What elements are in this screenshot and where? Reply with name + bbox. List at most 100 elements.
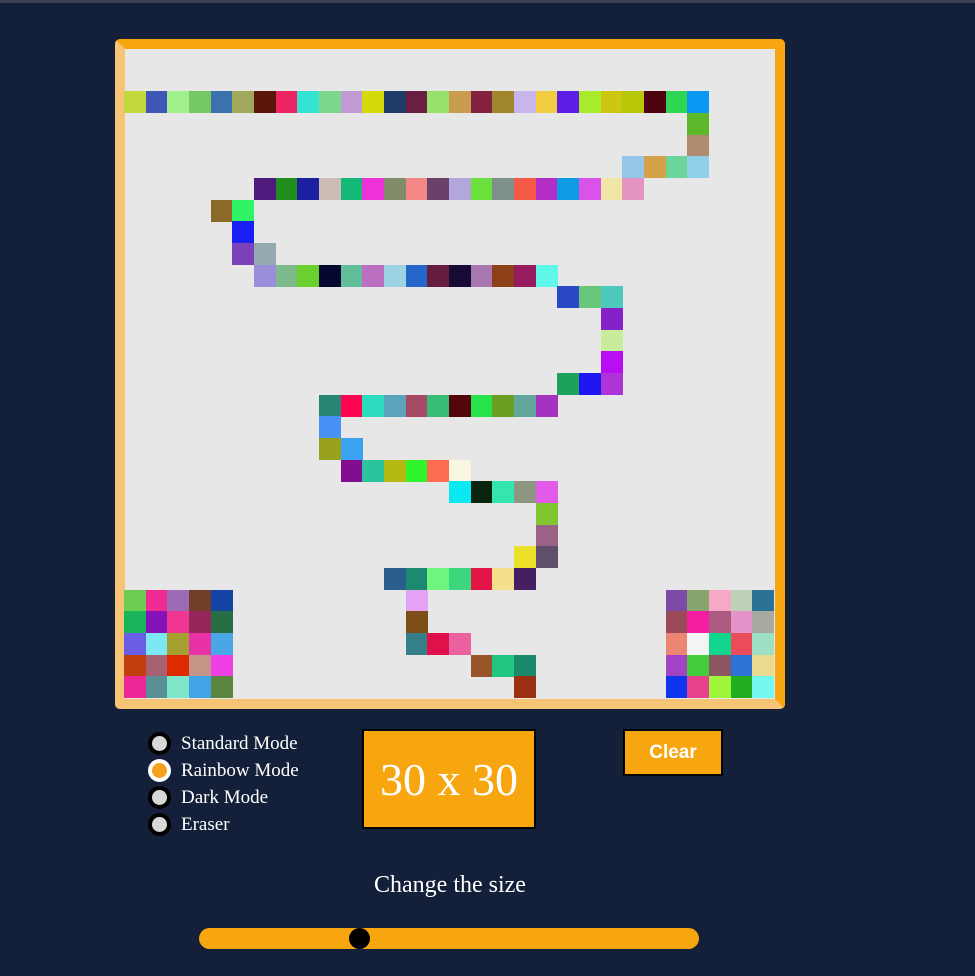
eraser-radio[interactable] bbox=[148, 813, 171, 836]
grid-cell[interactable] bbox=[470, 654, 493, 677]
grid-cell[interactable] bbox=[319, 394, 342, 417]
grid-cell[interactable] bbox=[319, 438, 342, 461]
grid-cell[interactable] bbox=[470, 394, 493, 417]
grid-cell[interactable] bbox=[124, 589, 147, 612]
standard-mode-label[interactable]: Standard Mode bbox=[181, 733, 298, 755]
grid-cell[interactable] bbox=[210, 199, 233, 222]
grid-cell[interactable] bbox=[405, 394, 428, 417]
grid-cell[interactable] bbox=[362, 264, 385, 287]
grid-cell[interactable] bbox=[145, 633, 168, 656]
grid-cell[interactable] bbox=[600, 308, 623, 331]
grid-cell[interactable] bbox=[730, 611, 753, 634]
grid-cell[interactable] bbox=[427, 178, 450, 201]
grid-cell[interactable] bbox=[449, 481, 472, 504]
grid-cell[interactable] bbox=[124, 633, 147, 656]
grid-cell[interactable] bbox=[384, 91, 407, 114]
grid-cell[interactable] bbox=[167, 589, 190, 612]
grid-cell[interactable] bbox=[730, 654, 753, 677]
grid-cell[interactable] bbox=[405, 264, 428, 287]
grid-cell[interactable] bbox=[687, 156, 710, 179]
grid-cell[interactable] bbox=[275, 178, 298, 201]
grid-cell[interactable] bbox=[492, 91, 515, 114]
grid-cell[interactable] bbox=[665, 654, 688, 677]
clear-button[interactable]: Clear bbox=[623, 729, 723, 776]
grid-cell[interactable] bbox=[514, 546, 537, 569]
grid-cell[interactable] bbox=[319, 91, 342, 114]
grid-cell[interactable] bbox=[124, 676, 147, 699]
grid-cell[interactable] bbox=[189, 91, 212, 114]
grid-cell[interactable] bbox=[275, 91, 298, 114]
grid-cell[interactable] bbox=[665, 611, 688, 634]
grid-cell[interactable] bbox=[579, 178, 602, 201]
mode-option-eraser[interactable]: Eraser bbox=[148, 811, 299, 838]
grid-cell[interactable] bbox=[427, 633, 450, 656]
mode-option-dark[interactable]: Dark Mode bbox=[148, 784, 299, 811]
grid-cell[interactable] bbox=[427, 568, 450, 591]
grid-cell[interactable] bbox=[709, 654, 732, 677]
grid-cell[interactable] bbox=[232, 243, 255, 266]
grid-cell[interactable] bbox=[254, 264, 277, 287]
grid-cell[interactable] bbox=[492, 654, 515, 677]
grid-cell[interactable] bbox=[492, 178, 515, 201]
grid-cell[interactable] bbox=[449, 459, 472, 482]
grid-cell[interactable] bbox=[730, 589, 753, 612]
grid-cell[interactable] bbox=[535, 178, 558, 201]
grid-cell[interactable] bbox=[384, 178, 407, 201]
grid-cell[interactable] bbox=[687, 633, 710, 656]
grid-cell[interactable] bbox=[384, 459, 407, 482]
grid-cell[interactable] bbox=[297, 264, 320, 287]
grid-cell[interactable] bbox=[687, 611, 710, 634]
grid-cell[interactable] bbox=[470, 91, 493, 114]
grid-cell[interactable] bbox=[535, 91, 558, 114]
grid-cell[interactable] bbox=[535, 524, 558, 547]
grid-cell[interactable] bbox=[557, 286, 580, 309]
grid-cell[interactable] bbox=[449, 178, 472, 201]
grid-cell[interactable] bbox=[210, 654, 233, 677]
grid-cell[interactable] bbox=[687, 91, 710, 114]
grid-cell[interactable] bbox=[340, 394, 363, 417]
grid-cell[interactable] bbox=[665, 589, 688, 612]
grid-cell[interactable] bbox=[514, 654, 537, 677]
grid-cell[interactable] bbox=[427, 459, 450, 482]
grid-cell[interactable] bbox=[514, 481, 537, 504]
grid-cell[interactable] bbox=[297, 91, 320, 114]
grid-cell[interactable] bbox=[167, 633, 190, 656]
grid-cell[interactable] bbox=[470, 568, 493, 591]
grid-cell[interactable] bbox=[254, 243, 277, 266]
grid-cell[interactable] bbox=[405, 589, 428, 612]
grid-cell[interactable] bbox=[600, 351, 623, 374]
grid-cell[interactable] bbox=[189, 611, 212, 634]
grid-cell[interactable] bbox=[405, 611, 428, 634]
grid-cell[interactable] bbox=[687, 113, 710, 136]
eraser-label[interactable]: Eraser bbox=[181, 814, 230, 836]
grid-cell[interactable] bbox=[492, 264, 515, 287]
grid-cell[interactable] bbox=[210, 611, 233, 634]
grid-cell[interactable] bbox=[514, 394, 537, 417]
grid-cell[interactable] bbox=[644, 156, 667, 179]
dark-mode-radio[interactable] bbox=[148, 786, 171, 809]
grid-cell[interactable] bbox=[405, 459, 428, 482]
grid-cell[interactable] bbox=[535, 264, 558, 287]
grid-cell[interactable] bbox=[557, 178, 580, 201]
grid-cell[interactable] bbox=[254, 178, 277, 201]
grid-cell[interactable] bbox=[189, 633, 212, 656]
grid-cell[interactable] bbox=[167, 91, 190, 114]
grid-cell[interactable] bbox=[687, 654, 710, 677]
grid-cell[interactable] bbox=[470, 178, 493, 201]
grid-cell[interactable] bbox=[687, 589, 710, 612]
grid-cell[interactable] bbox=[232, 221, 255, 244]
grid-cell[interactable] bbox=[124, 654, 147, 677]
grid-cell[interactable] bbox=[752, 654, 775, 677]
grid-cell[interactable] bbox=[535, 481, 558, 504]
size-slider[interactable] bbox=[199, 928, 699, 949]
grid-cell[interactable] bbox=[752, 633, 775, 656]
grid-cell[interactable] bbox=[514, 568, 537, 591]
grid-cell[interactable] bbox=[145, 654, 168, 677]
dark-mode-label[interactable]: Dark Mode bbox=[181, 787, 268, 809]
grid-cell[interactable] bbox=[600, 286, 623, 309]
grid-cell[interactable] bbox=[319, 178, 342, 201]
grid-cell[interactable] bbox=[145, 676, 168, 699]
grid-cell[interactable] bbox=[449, 91, 472, 114]
grid-cell[interactable] bbox=[124, 91, 147, 114]
slider-thumb[interactable] bbox=[349, 928, 371, 949]
